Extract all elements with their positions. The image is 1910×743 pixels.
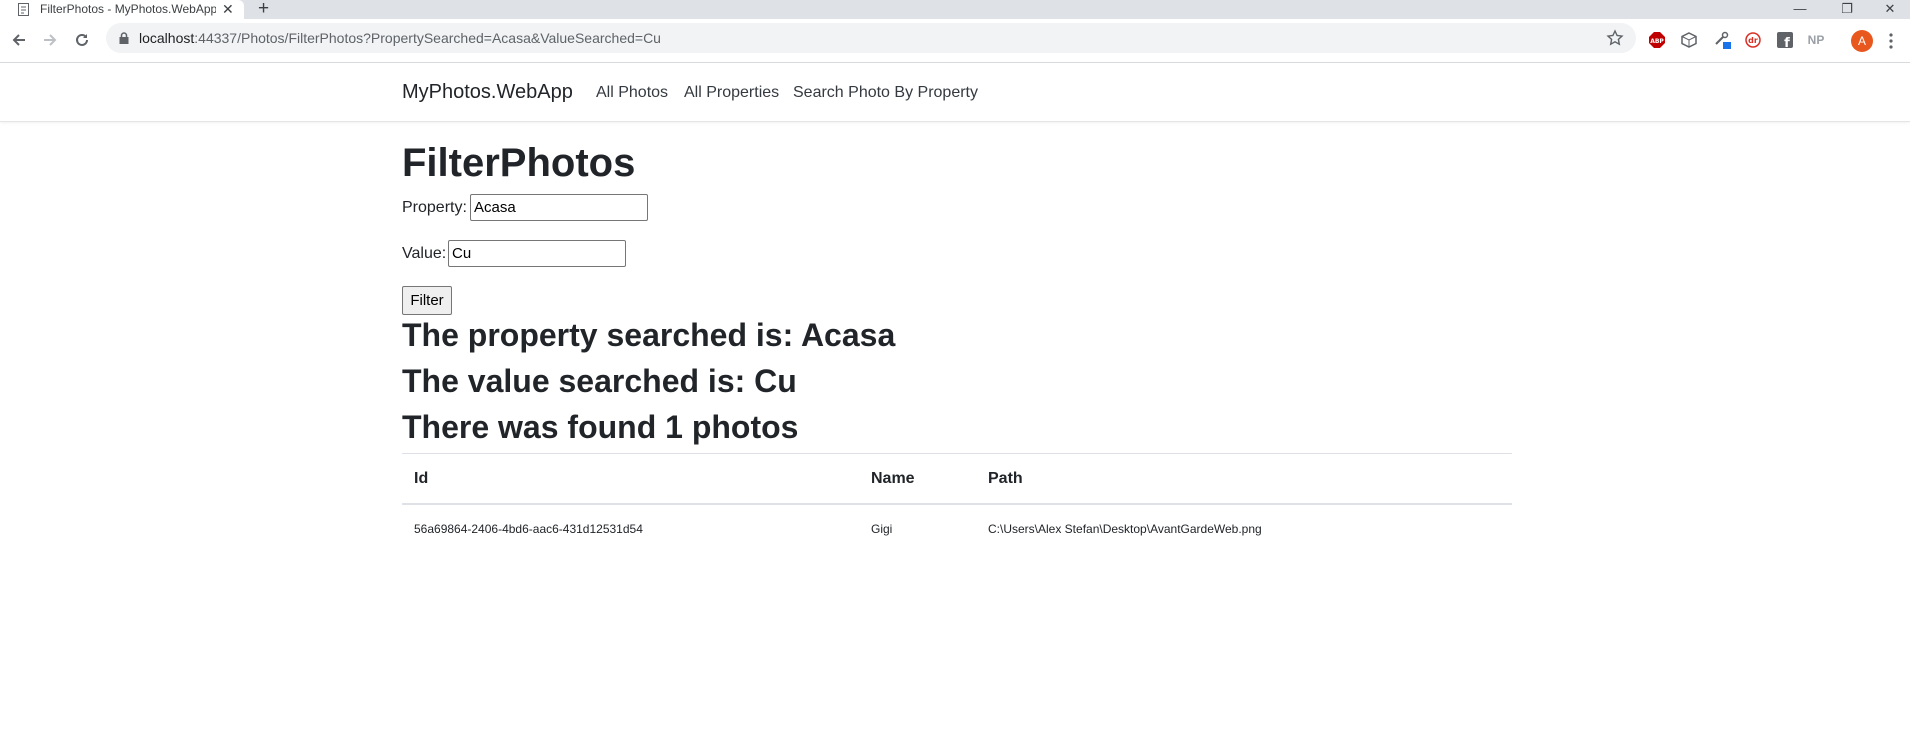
column-header-path: Path	[976, 453, 1512, 505]
address-bar[interactable]: localhost:44337/Photos/FilterPhotos?Prop…	[106, 23, 1636, 53]
page-title: FilterPhotos	[402, 141, 636, 185]
cell-id: 56a69864-2406-4bd6-aac6-431d12531d54	[414, 522, 643, 536]
facebook-extension-icon[interactable]: f	[1775, 30, 1795, 50]
back-arrow-icon[interactable]	[8, 29, 30, 51]
tab-close-icon[interactable]: ✕	[222, 0, 234, 19]
filter-button[interactable]: Filter	[402, 286, 452, 315]
browser-tab-active[interactable]: FilterPhotos - MyPhotos.WebApp ✕	[0, 0, 244, 19]
property-result-heading: The property searched is: Acasa	[402, 317, 896, 353]
table-row: 56a69864-2406-4bd6-aac6-431d12531d54 Gig…	[402, 504, 1512, 553]
new-tab-button[interactable]: +	[258, 0, 269, 19]
url-host: localhost	[139, 30, 195, 46]
reload-icon[interactable]	[71, 29, 93, 51]
cell-path: C:\Users\Alex Stefan\Desktop\AvantGardeW…	[988, 522, 1262, 536]
restore-button[interactable]: ❐	[1827, 0, 1867, 19]
page-icon	[18, 3, 29, 16]
value-result-heading: The value searched is: Cu	[402, 363, 797, 399]
table-header-row: Id Name Path	[402, 453, 1512, 505]
results-table: Id Name Path 56a69864-2406-4bd6-aac6-431…	[402, 453, 1512, 553]
dr-extension-icon[interactable]: dr	[1743, 30, 1763, 50]
tab-title: FilterPhotos - MyPhotos.WebApp	[40, 2, 216, 16]
nav-link-search-photo-by-property[interactable]: Search Photo By Property	[793, 84, 978, 102]
url-path: :44337/Photos/FilterPhotos?PropertySearc…	[194, 30, 661, 46]
brand-link[interactable]: MyPhotos.WebApp	[402, 81, 573, 104]
property-input[interactable]	[470, 194, 648, 221]
nav-link-all-properties[interactable]: All Properties	[684, 84, 779, 102]
svg-text:dr: dr	[1748, 36, 1758, 45]
property-label: Property:	[402, 199, 467, 216]
facebook-label: f	[1784, 36, 1790, 48]
minimize-button[interactable]: —	[1780, 0, 1820, 19]
browser-toolbar: localhost:44337/Photos/FilterPhotos?Prop…	[0, 19, 1910, 63]
column-header-id: Id	[402, 453, 859, 505]
value-input[interactable]	[448, 240, 626, 267]
tools-extension-icon[interactable]	[1712, 30, 1732, 50]
box-extension-icon[interactable]	[1679, 30, 1699, 50]
browser-tabstrip: FilterPhotos - MyPhotos.WebApp ✕ + — ❐ ✕	[0, 0, 1910, 19]
forward-arrow-icon[interactable]	[39, 29, 61, 51]
browser-menu-icon[interactable]	[1888, 31, 1894, 51]
url-text[interactable]: localhost:44337/Photos/FilterPhotos?Prop…	[139, 30, 661, 46]
value-label: Value:	[402, 245, 447, 262]
profile-avatar[interactable]: A	[1851, 30, 1873, 52]
count-result-heading: There was found 1 photos	[402, 409, 799, 445]
cell-name: Gigi	[871, 522, 893, 536]
site-navbar: MyPhotos.WebApp All Photos All Propertie…	[0, 63, 1910, 122]
adblock-extension-icon[interactable]: ABP	[1647, 30, 1667, 50]
np-extension-icon[interactable]: NP	[1806, 30, 1826, 50]
bookmark-star-icon[interactable]	[1606, 29, 1624, 47]
close-window-button[interactable]: ✕	[1870, 0, 1910, 19]
nav-link-all-photos[interactable]: All Photos	[596, 84, 668, 102]
lock-icon	[119, 32, 129, 44]
column-header-name: Name	[859, 453, 976, 505]
adblock-label: ABP	[1650, 38, 1664, 45]
